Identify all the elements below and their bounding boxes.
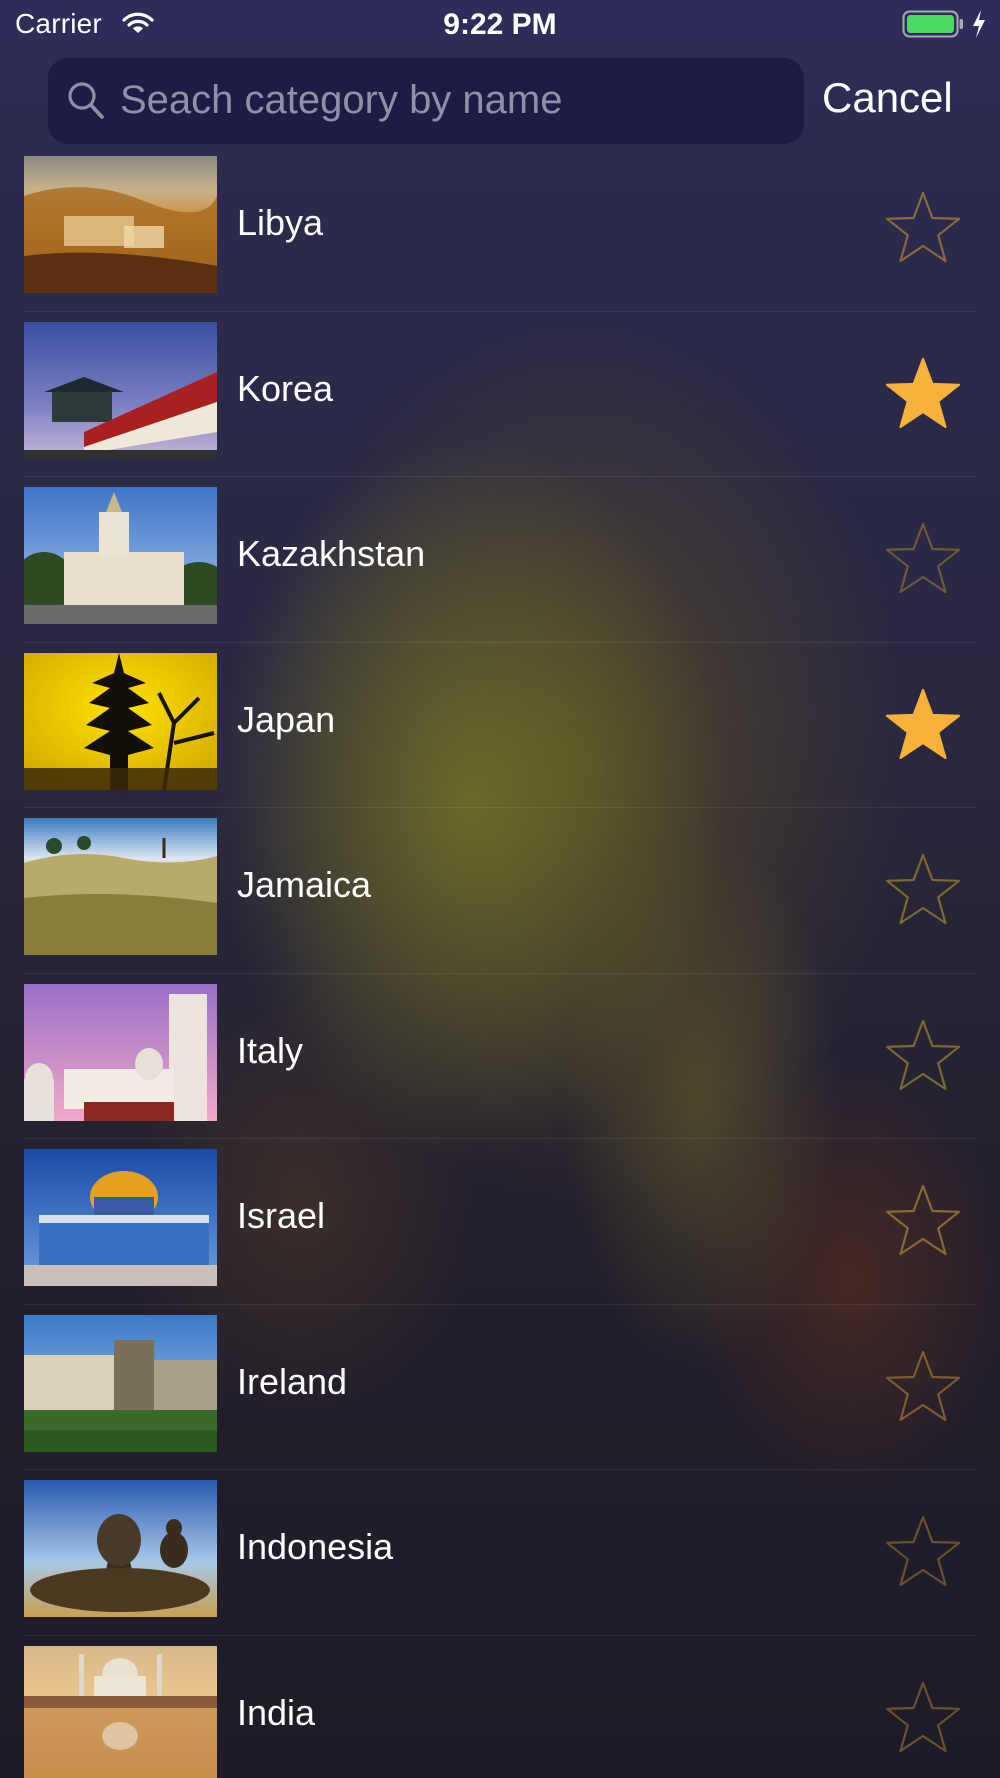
list-item[interactable]: India: [0, 1636, 1000, 1778]
italy-photo: [24, 983, 217, 1121]
star-outline-icon[interactable]: [883, 851, 963, 927]
category-name: Israel: [237, 1195, 326, 1236]
star-outline-icon[interactable]: [883, 1017, 963, 1093]
category-name: Indonesia: [237, 1526, 394, 1567]
search-input[interactable]: Seach category by name: [48, 58, 804, 144]
indonesia-photo: [24, 1480, 217, 1617]
star-filled-icon[interactable]: [883, 686, 963, 762]
list-item[interactable]: Indonesia: [0, 1470, 1000, 1636]
category-name: Japan: [237, 698, 336, 740]
israel-photo: [24, 1149, 217, 1286]
ireland-photo: [24, 1314, 217, 1452]
list-item[interactable]: Kazakhstan: [0, 477, 1000, 643]
search-placeholder: Seach category by name: [120, 78, 563, 122]
star-outline-icon[interactable]: [883, 1679, 963, 1755]
category-name: Korea: [237, 367, 334, 409]
list-item[interactable]: Jamaica: [0, 808, 1000, 974]
search-icon: [66, 80, 106, 122]
kazakhstan-photo: [24, 487, 217, 624]
libya-photo: [24, 156, 217, 293]
star-outline-icon[interactable]: [883, 1513, 963, 1589]
status-bar: Carrier 9:22 PM: [0, 0, 1000, 50]
status-time: 9:22 PM: [443, 8, 557, 41]
category-name: Ireland: [237, 1360, 348, 1402]
cancel-button[interactable]: Cancel: [822, 74, 953, 122]
jamaica-photo: [24, 818, 217, 955]
japan-photo: [24, 652, 217, 790]
list-item[interactable]: Italy: [0, 974, 1000, 1140]
category-name: Libya: [237, 202, 324, 243]
list-item[interactable]: Libya: [0, 146, 1000, 312]
category-name: India: [237, 1691, 316, 1733]
category-name: Italy: [237, 1029, 304, 1071]
star-outline-icon[interactable]: [883, 520, 963, 596]
list-item[interactable]: Israel: [0, 1139, 1000, 1305]
star-outline-icon[interactable]: [883, 1182, 963, 1258]
category-name: Jamaica: [237, 864, 372, 905]
category-list[interactable]: Libya Korea Kazakhstan Japan Jamaica Ita…: [0, 146, 1000, 1778]
star-outline-icon[interactable]: [883, 189, 963, 265]
charging-bolt-icon: [970, 8, 988, 40]
list-item[interactable]: Japan: [0, 643, 1000, 809]
category-name: Kazakhstan: [237, 533, 426, 574]
battery-icon: [902, 10, 964, 38]
list-item[interactable]: Korea: [0, 312, 1000, 478]
star-filled-icon[interactable]: [883, 355, 963, 431]
korea-photo: [24, 321, 217, 459]
india-photo: [24, 1645, 217, 1778]
star-outline-icon[interactable]: [883, 1348, 963, 1424]
list-item[interactable]: Ireland: [0, 1305, 1000, 1471]
